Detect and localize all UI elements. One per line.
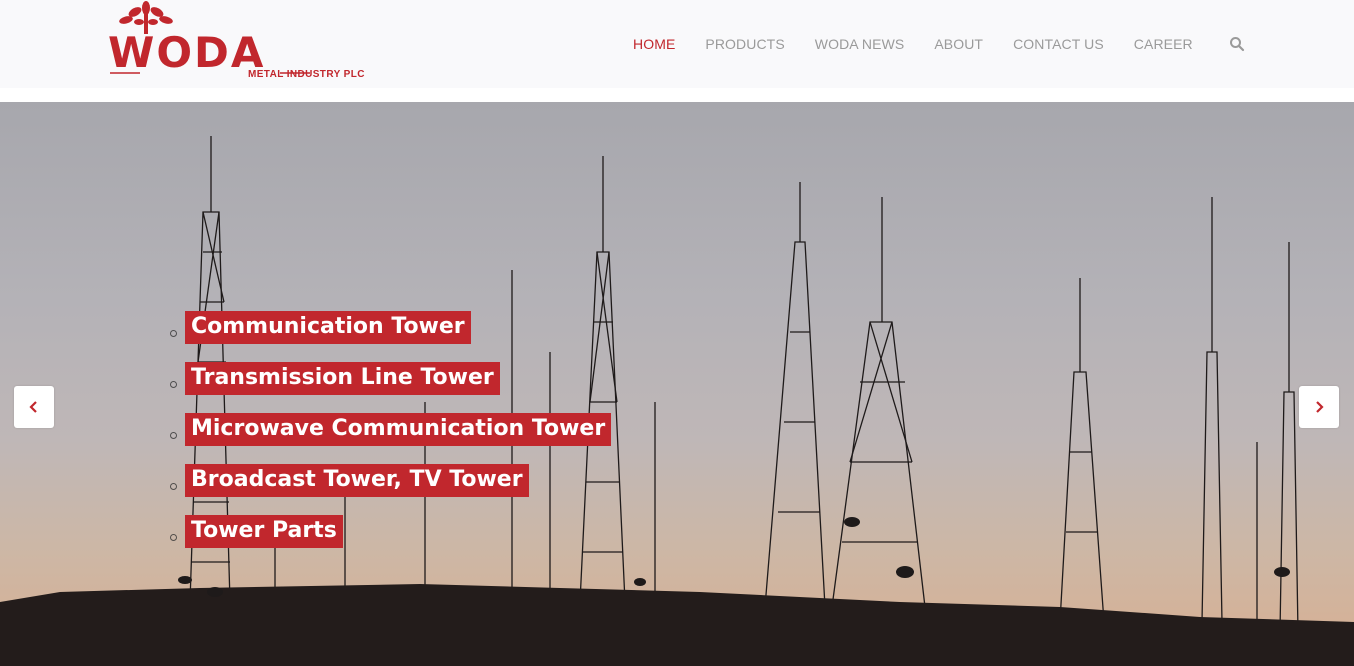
nav-career[interactable]: CAREER [1134,36,1193,52]
site-header: WODA METAL INDUSTRY PLC HOME PRODUCTS WO… [0,0,1354,88]
bullet-circle [170,432,177,439]
nav-about[interactable]: ABOUT [934,36,983,52]
nav-products[interactable]: PRODUCTS [705,36,784,52]
svg-text:WODA: WODA [108,28,265,77]
list-item: Broadcast Tower, TV Tower [170,455,611,506]
slide-label[interactable]: Transmission Line Tower [185,362,500,395]
search-icon[interactable] [1229,36,1245,52]
logo-subtitle: METAL INDUSTRY PLC [248,69,365,80]
list-item: Microwave Communication Tower [170,404,612,455]
main-nav: HOME PRODUCTS WODA NEWS ABOUT CONTACT US… [633,35,1245,53]
prev-slide-button[interactable] [14,386,54,428]
slide-label[interactable]: Tower Parts [185,515,343,548]
site-logo[interactable]: WODA METAL INDUSTRY PLC [104,0,364,84]
product-list: Communication Tower Transmission Line To… [170,302,612,557]
bullet-circle [170,330,177,337]
list-item: Communication Tower [170,302,611,353]
slide-label[interactable]: Microwave Communication Tower [185,413,612,446]
slide-label[interactable]: Communication Tower [185,311,471,344]
chevron-left-icon [29,401,37,413]
nav-home[interactable]: HOME [633,36,675,52]
nav-contact-us[interactable]: CONTACT US [1013,36,1104,52]
bullet-circle [170,483,177,490]
list-item: Transmission Line Tower [170,353,611,404]
chevron-right-icon [1316,401,1324,413]
hero-slider: Communication Tower Transmission Line To… [0,102,1354,666]
bullet-circle [170,534,177,541]
slide-label[interactable]: Broadcast Tower, TV Tower [185,464,529,497]
next-slide-button[interactable] [1299,386,1339,428]
nav-woda-news[interactable]: WODA NEWS [815,36,905,52]
list-item: Tower Parts [170,506,611,557]
bullet-circle [170,381,177,388]
